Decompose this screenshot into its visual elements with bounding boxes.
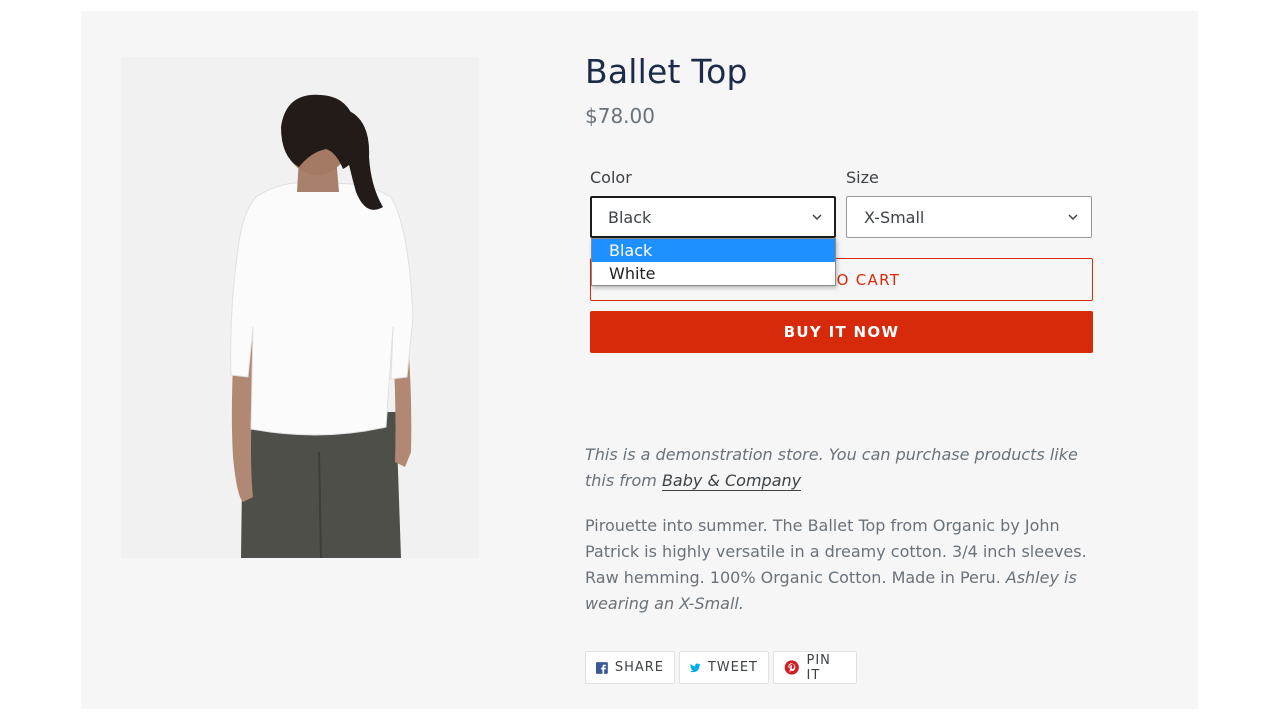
color-select-value: Black	[608, 208, 652, 227]
share-pinterest-button[interactable]: PIN IT	[773, 651, 857, 684]
size-select[interactable]: X-Small	[846, 196, 1092, 238]
product-title: Ballet Top	[585, 52, 748, 91]
size-select-value: X-Small	[864, 208, 925, 227]
pinterest-icon	[784, 660, 799, 675]
product-price: $78.00	[585, 104, 655, 128]
chevron-down-icon	[1068, 214, 1078, 221]
share-twitter-label: TWEET	[707, 660, 758, 675]
share-facebook-label: SHARE	[614, 660, 664, 675]
size-label: Size	[846, 168, 879, 187]
product-image[interactable]	[121, 57, 479, 558]
color-label: Color	[590, 168, 632, 187]
color-option-black[interactable]: Black	[592, 239, 835, 262]
color-select[interactable]: Black	[590, 196, 836, 238]
share-twitter-button[interactable]: TWEET	[679, 651, 769, 684]
share-pinterest-label: PIN IT	[806, 652, 831, 683]
color-dropdown-list: Black White	[591, 238, 836, 286]
twitter-icon	[690, 663, 701, 672]
product-description: Pirouette into summer. The Ballet Top fr…	[585, 513, 1090, 617]
demo-store-notice: This is a demonstration store. You can p…	[585, 442, 1090, 494]
color-option-white[interactable]: White	[592, 262, 835, 285]
baby-and-company-link[interactable]: Baby & Company	[661, 471, 802, 491]
buy-it-now-button[interactable]: BUY IT NOW	[590, 311, 1093, 353]
product-photo	[121, 57, 479, 558]
chevron-down-icon	[812, 214, 822, 221]
facebook-icon	[596, 661, 608, 674]
notice-text: This is a demonstration store. You can p…	[585, 445, 1078, 490]
share-facebook-button[interactable]: SHARE	[585, 651, 675, 684]
